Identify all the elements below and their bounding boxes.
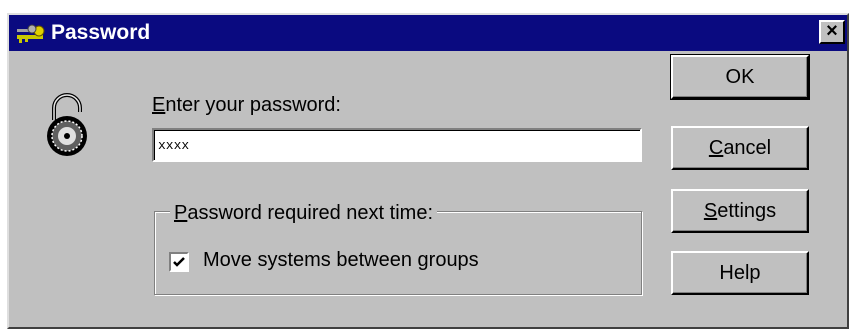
settings-button-label: ettings — [717, 200, 777, 222]
password-dialog: Password × Enter your password: Password… — [7, 13, 849, 329]
prompt-mnemonic: E — [152, 94, 166, 116]
help-button-label: Help — [719, 262, 761, 284]
close-icon: × — [826, 20, 838, 42]
settings-mnemonic: S — [703, 200, 718, 222]
password-prompt-label: Enter your password: — [152, 93, 341, 117]
move-systems-checkbox[interactable] — [169, 252, 189, 272]
legend-text: assword required next time: — [187, 202, 434, 224]
keys-icon — [15, 21, 47, 45]
prompt-text: nter your password: — [165, 94, 341, 116]
ok-button-label: OK — [725, 66, 755, 88]
close-button[interactable]: × — [819, 20, 845, 44]
move-systems-label[interactable]: Move systems between groups — [203, 248, 479, 272]
settings-button[interactable]: Settings — [671, 189, 809, 233]
help-button[interactable]: Help — [671, 251, 809, 295]
legend-mnemonic: P — [174, 202, 188, 224]
group-legend: Password required next time: — [170, 201, 438, 225]
window-title: Password — [51, 21, 151, 44]
padlock-icon — [44, 90, 90, 160]
title-bar[interactable]: Password × — [9, 15, 847, 51]
checkmark-icon — [173, 257, 185, 267]
cancel-button-label: ancel — [723, 137, 772, 159]
cancel-mnemonic: C — [708, 137, 724, 159]
cancel-button[interactable]: Cancel — [671, 126, 809, 170]
ok-button[interactable]: OK — [670, 54, 810, 100]
password-input[interactable] — [152, 128, 642, 162]
